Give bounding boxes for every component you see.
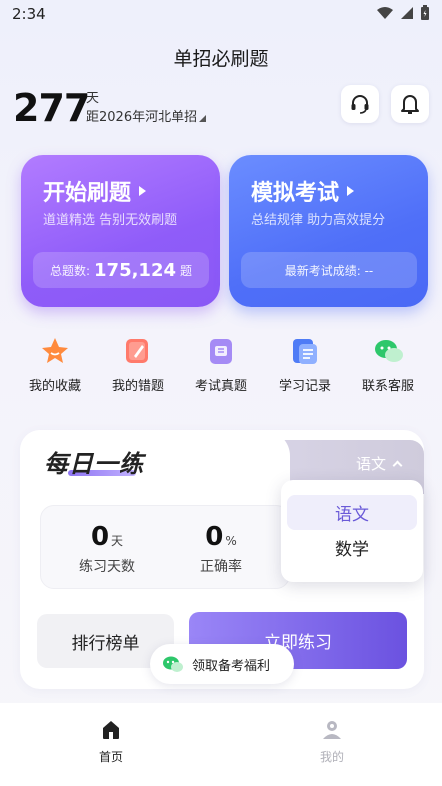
start-practice-title: 开始刷题 [43,175,147,207]
battery-icon [421,5,429,20]
mock-exam-title: 模拟考试 [251,175,355,207]
countdown-unit: 天 [86,91,100,106]
play-arrow-icon [139,186,147,196]
exam-target-selector[interactable]: 距2026年河北单招 [86,106,207,125]
start-practice-subtitle: 道道精选 告别无效刷题 [43,213,178,228]
shortcut-label: 我的错题 [111,379,164,394]
subject-selector[interactable]: 语文 [356,453,403,474]
wrong-book-icon [123,336,153,366]
practice-days-label: 练习天数 [79,559,135,575]
bottom-nav: 首页 我的 [0,703,442,786]
welfare-button[interactable]: 领取备考福利 [150,644,294,684]
shortcut-study-record[interactable]: 学习记录 [263,336,347,394]
shortcut-label: 学习记录 [278,379,331,394]
accuracy-value: 0 [205,522,224,552]
notification-button[interactable] [391,85,429,123]
chevron-up-icon [392,460,403,471]
shortcut-real-exams[interactable]: 考试真题 [179,336,263,394]
wifi-icon [377,7,393,19]
daily-practice-title: 每日一练 [44,450,144,478]
latest-exam-score: 最新考试成绩: -- [241,252,417,288]
play-arrow-icon [347,186,355,196]
subject-dropdown: 语文 数学 [281,480,423,582]
nav-profile-label: 我的 [319,750,344,764]
user-icon [323,721,341,739]
shortcut-wrong-questions[interactable]: 我的错题 [96,336,180,394]
exam-paper-icon [206,336,236,366]
nav-profile[interactable]: 我的 [302,719,362,765]
countdown-days: 277 [13,86,90,130]
shortcut-label: 考试真题 [194,379,247,394]
accuracy-label: 正确率 [200,559,242,575]
page-title: 单招必刷题 [173,48,269,70]
wechat-icon [373,336,403,366]
signal-icon [401,7,413,19]
shortcut-label: 我的收藏 [28,379,81,394]
daily-stats: 0天 练习天数 0% 正确率 [40,505,290,589]
start-practice-card[interactable]: 开始刷题 道道精选 告别无效刷题 总题数: 175,124 题 [21,155,220,307]
subject-option-chinese[interactable]: 语文 [287,495,417,530]
mock-exam-card[interactable]: 模拟考试 总结规律 助力高效提分 最新考试成绩: -- [229,155,428,307]
mock-exam-subtitle: 总结规律 助力高效提分 [251,213,386,228]
subject-option-math[interactable]: 数学 [287,530,417,565]
accuracy-unit: % [225,534,237,548]
headset-icon [351,95,369,114]
bell-icon [401,95,419,114]
shortcut-favorites[interactable]: 我的收藏 [13,336,97,394]
nav-home[interactable]: 首页 [81,719,141,765]
star-icon [40,336,70,366]
total-questions-stat: 总题数: 175,124 题 [33,252,209,288]
status-time: 2:34 [12,5,46,23]
exam-target-label: 距2026年河北单招 [86,110,198,125]
shortcut-label: 联系客服 [361,379,414,394]
selected-subject: 语文 [356,455,387,473]
record-icon [290,336,320,366]
status-icons [376,5,430,21]
practice-days-stat: 0天 练习天数 [63,522,151,576]
welfare-label: 领取备考福利 [192,658,271,674]
dropdown-corner-icon [199,115,207,122]
practice-days-value: 0 [90,522,110,552]
home-icon [103,721,119,739]
wechat-icon [163,656,183,672]
nav-home-label: 首页 [98,750,123,764]
customer-service-button[interactable] [341,85,379,123]
practice-days-unit: 天 [111,534,124,548]
shortcut-contact-service[interactable]: 联系客服 [346,336,430,394]
accuracy-stat: 0% 正确率 [181,522,261,576]
